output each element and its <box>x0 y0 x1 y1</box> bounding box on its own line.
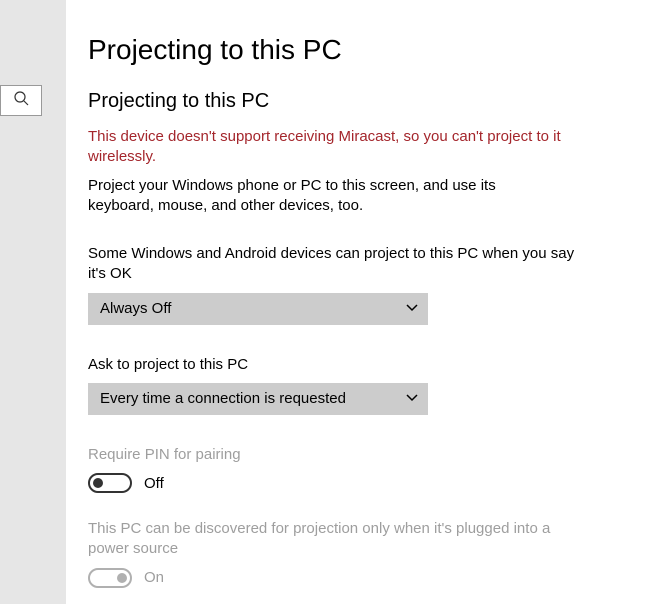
require-pin-toggle[interactable] <box>88 473 132 493</box>
left-rail <box>0 0 66 604</box>
availability-dropdown[interactable]: Always Off <box>88 293 428 325</box>
discover-plugged-row: On <box>88 568 628 588</box>
availability-label: Some Windows and Android devices can pro… <box>88 244 578 285</box>
chevron-down-icon <box>406 390 418 407</box>
miracast-error-text: This device doesn't support receiving Mi… <box>88 127 598 168</box>
require-pin-row: Off <box>88 473 628 493</box>
toggle-knob <box>93 478 103 488</box>
ask-value: Every time a connection is requested <box>100 390 346 407</box>
toggle-knob <box>117 573 127 583</box>
main-content: Projecting to this PC Projecting to this… <box>88 34 628 604</box>
discover-plugged-toggle[interactable] <box>88 568 132 588</box>
ask-dropdown[interactable]: Every time a connection is requested <box>88 383 428 415</box>
section-heading: Projecting to this PC <box>88 90 628 113</box>
availability-value: Always Off <box>100 300 171 317</box>
chevron-down-icon <box>406 300 418 317</box>
require-pin-label: Require PIN for pairing <box>88 445 578 465</box>
intro-text: Project your Windows phone or PC to this… <box>88 176 558 217</box>
search-icon <box>13 90 29 111</box>
discover-plugged-state: On <box>144 569 164 586</box>
search-input[interactable] <box>0 85 42 116</box>
require-pin-state: Off <box>144 475 164 492</box>
page-title: Projecting to this PC <box>88 34 628 66</box>
discover-plugged-label: This PC can be discovered for projection… <box>88 519 578 560</box>
ask-label: Ask to project to this PC <box>88 355 578 375</box>
